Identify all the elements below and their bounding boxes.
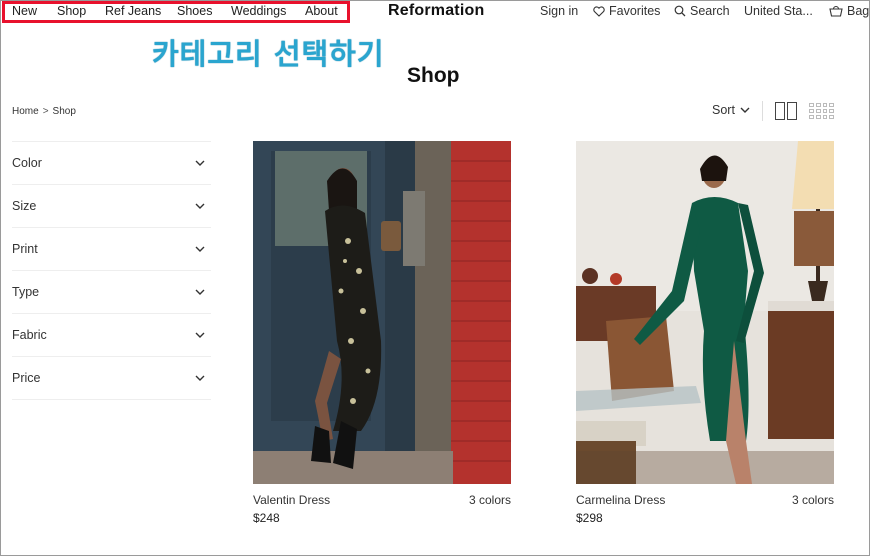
breadcrumb-separator: > [42, 106, 49, 117]
filter-fabric[interactable]: Fabric [12, 314, 211, 357]
bag-label: Bag [847, 4, 870, 18]
filter-label: Print [12, 242, 38, 256]
chevron-down-icon [195, 289, 205, 295]
nav-item-about[interactable]: About [305, 4, 345, 18]
filter-print[interactable]: Print [12, 228, 211, 271]
sign-in-link[interactable]: Sign in [540, 4, 578, 18]
product-card[interactable]: Valentin Dress 3 colors $248 [253, 141, 511, 525]
filter-panel: Color Size Print Type Fabric Price [12, 141, 211, 400]
four-column-view-icon[interactable] [809, 103, 834, 119]
category-menu: New Shop Ref Jeans Shoes Weddings About [12, 4, 345, 18]
product-price: $298 [576, 511, 603, 525]
product-colors[interactable]: 3 colors [792, 493, 834, 507]
filter-size[interactable]: Size [12, 185, 211, 228]
product-image-carmelina[interactable] [576, 141, 834, 484]
page-title: Shop [407, 64, 460, 87]
search-icon [674, 5, 686, 17]
filter-label: Fabric [12, 328, 47, 342]
two-column-view-icon[interactable] [775, 102, 797, 120]
product-price: $248 [253, 511, 280, 525]
region-label: United Sta... [744, 4, 813, 18]
view-divider [762, 101, 763, 121]
search-link[interactable]: Search [674, 4, 730, 18]
product-colors[interactable]: 3 colors [469, 493, 511, 507]
filter-type[interactable]: Type [12, 271, 211, 314]
chevron-down-icon [195, 332, 205, 338]
top-navigation: New Shop Ref Jeans Shoes Weddings About … [0, 0, 870, 24]
bag-link[interactable]: Bag [829, 4, 869, 18]
filter-label: Type [12, 285, 40, 299]
search-label: Search [690, 4, 730, 18]
chevron-down-icon [195, 375, 205, 381]
product-image-valentin[interactable] [253, 141, 511, 484]
nav-item-new[interactable]: New [12, 4, 57, 18]
product-card[interactable]: Carmelina Dress 3 colors $298 [576, 141, 834, 525]
nav-item-ref-jeans[interactable]: Ref Jeans [105, 4, 177, 18]
favorites-link[interactable]: Favorites [593, 4, 660, 18]
filter-label: Color [12, 156, 42, 170]
brand-logo[interactable]: Reformation [388, 2, 484, 20]
favorites-label: Favorites [609, 4, 661, 18]
nav-item-shoes[interactable]: Shoes [177, 4, 231, 18]
product-name[interactable]: Valentin Dress [253, 493, 330, 507]
annotation-caption: 카테고리 선택하기 [152, 37, 385, 71]
breadcrumb-shop[interactable]: Shop [53, 106, 76, 117]
filter-color[interactable]: Color [12, 142, 211, 185]
chevron-down-icon [195, 160, 205, 166]
nav-item-weddings[interactable]: Weddings [231, 4, 305, 18]
sort-dropdown[interactable]: Sort [712, 103, 750, 117]
filter-label: Size [12, 199, 37, 213]
filter-price[interactable]: Price [12, 357, 211, 400]
chevron-down-icon [740, 107, 750, 113]
product-name[interactable]: Carmelina Dress [576, 493, 665, 507]
heart-icon [593, 5, 605, 17]
breadcrumb-home[interactable]: Home [12, 106, 39, 117]
filter-label: Price [12, 371, 41, 385]
product-meta: Carmelina Dress 3 colors [576, 493, 834, 507]
chevron-down-icon [195, 246, 205, 252]
chevron-down-icon [195, 203, 205, 209]
sort-label: Sort [712, 103, 735, 117]
product-meta: Valentin Dress 3 colors [253, 493, 511, 507]
nav-item-shop[interactable]: Shop [57, 4, 105, 18]
breadcrumb: Home > Shop [12, 106, 76, 117]
sign-in-label: Sign in [540, 4, 579, 18]
bag-icon [829, 5, 843, 17]
region-selector[interactable]: United Sta... [744, 4, 813, 18]
